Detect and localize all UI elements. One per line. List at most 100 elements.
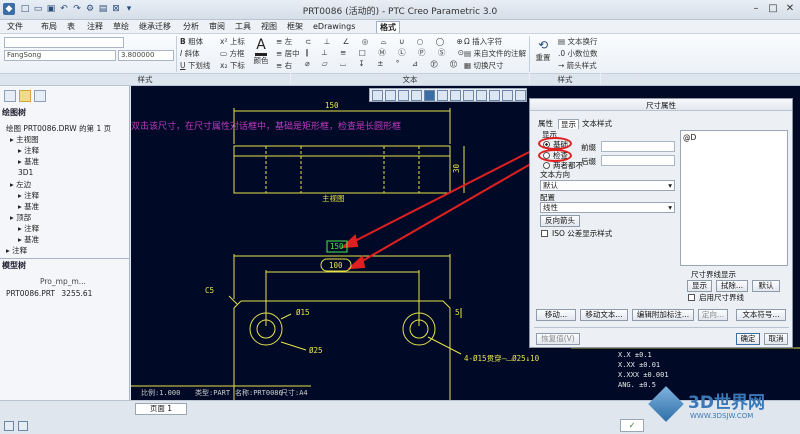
text-wrap-button[interactable]: ▤ 文本换行 [558, 37, 597, 46]
menu-layout[interactable]: 布局 [38, 21, 60, 33]
italic-button[interactable]: I 斜体 [180, 49, 200, 58]
menu-tools[interactable]: 工具 [232, 21, 254, 33]
dim-150-top[interactable]: 150 [325, 101, 339, 110]
dialog-titlebar[interactable]: 尺寸属性 [530, 99, 792, 111]
align-right-button[interactable]: ≡ 右 [276, 61, 292, 70]
annotation-display-icon[interactable] [502, 90, 513, 101]
dimension-text-area[interactable]: @D [680, 130, 788, 266]
menu-annotate[interactable]: 注释 [84, 21, 106, 33]
tree-item[interactable]: ▸ 基准 [18, 202, 39, 211]
plane-display-icon[interactable] [450, 90, 461, 101]
menu-legacy-migration[interactable]: 继承迁移 [136, 21, 174, 33]
tree-item[interactable]: ▸ 基准 [18, 235, 39, 244]
color-button[interactable]: A 颜色 [251, 37, 271, 71]
close-icon[interactable]: ✕ [782, 2, 798, 16]
config-select[interactable]: 线性 ▾ [540, 202, 675, 213]
dim-100-inspect[interactable]: 100 [329, 261, 343, 270]
panel-toggle-icon[interactable] [4, 421, 14, 431]
hole-15-label[interactable]: Ø15 [296, 308, 310, 317]
menu-frame[interactable]: 框架 [284, 21, 306, 33]
default-button[interactable]: 默认 [752, 280, 780, 292]
dim-5[interactable]: 5 [455, 308, 460, 317]
menu-file[interactable]: 文件 [4, 21, 26, 33]
repaint-icon[interactable] [411, 90, 422, 101]
zoom-in-icon[interactable] [385, 90, 396, 101]
tree-item[interactable]: ▸ 顶部 [10, 213, 31, 222]
dim-30[interactable]: 30 [452, 164, 461, 173]
insert-char-button[interactable]: Ω 插入字符 [464, 37, 502, 46]
tab-properties[interactable]: 属性 [536, 119, 555, 129]
folder-tab-icon[interactable] [19, 90, 31, 102]
browser-toggle-icon[interactable] [18, 421, 28, 431]
zoom-out-icon[interactable] [398, 90, 409, 101]
text-height-input[interactable]: 3.800000 [118, 50, 174, 61]
symbol-row-3[interactable]: ⌀ ▱ ⌴ ↧ ± ° ⊿ Ⓕ Ⓤ [305, 59, 462, 68]
tree-tab-icon[interactable] [4, 90, 16, 102]
tree-item[interactable]: 绘图 PRT0086.DRW 的第 1 页 [6, 124, 111, 133]
orient-button[interactable]: 定向... [698, 309, 728, 321]
move-button[interactable]: 移动... [536, 309, 576, 321]
tree-item[interactable]: ▸ 注释 [18, 191, 39, 200]
move-text-button[interactable]: 移动文本... [580, 309, 628, 321]
symbol-row-2[interactable]: ∥ ⊥ ≡ □ Ⓜ Ⓛ Ⓟ Ⓢ ⊙ [305, 48, 469, 57]
prefix-input[interactable] [601, 141, 675, 152]
checkmark-icon[interactable]: ✓ [620, 419, 644, 432]
axis-display-icon[interactable] [463, 90, 474, 101]
bold-button[interactable]: B 粗体 [180, 37, 203, 46]
model-tree-item[interactable]: PRT0086.PRT 3255.61 [6, 289, 92, 298]
page-tab[interactable]: 页面 1 [135, 403, 187, 415]
text-symbol-button[interactable]: 文本符号... [736, 309, 786, 321]
menu-edrawings[interactable]: eDrawings [310, 21, 358, 33]
tree-item[interactable]: 3D1 [18, 168, 33, 177]
menu-view[interactable]: 视图 [258, 21, 280, 33]
tab-display[interactable]: 显示 [558, 119, 579, 129]
iso-checkbox[interactable] [541, 230, 548, 237]
use-dim-ext-checkbox[interactable] [688, 294, 695, 301]
tree-item[interactable]: ▸ 注释 [18, 224, 39, 233]
tab-text-style[interactable]: 文本样式 [580, 119, 614, 129]
tree-item[interactable]: ▸ 注释 [6, 246, 27, 255]
show-button[interactable]: 显示 [687, 280, 712, 292]
toggle-text-button[interactable]: ▦ 切换尺寸 [464, 61, 503, 70]
maximize-icon[interactable]: □ [765, 2, 781, 16]
ok-button[interactable]: 确定 [736, 333, 760, 345]
align-left-button[interactable]: ≡ 左 [276, 37, 292, 46]
cancel-button[interactable]: 取消 [764, 333, 788, 345]
dim-150-basic[interactable]: 150 [330, 242, 344, 251]
point-display-icon[interactable] [476, 90, 487, 101]
menu-format[interactable]: 格式 [376, 21, 400, 33]
hole-note[interactable]: 4-Ø15贯穿—⌴Ø25↓10 [464, 353, 539, 364]
tree-item[interactable]: ▸ 注释 [18, 146, 39, 155]
superscript-button[interactable]: x² 上标 [220, 37, 245, 46]
from-file-button[interactable]: ▤ 来自文件的注解 [464, 49, 526, 58]
tree-item[interactable]: ▸ 主视图 [10, 135, 39, 144]
tree-item[interactable]: ▸ 基准 [18, 157, 39, 166]
align-center-button[interactable]: ≡ 居中 [276, 49, 300, 58]
hole-25-label[interactable]: Ø25 [309, 346, 323, 355]
underline-button[interactable]: U 下划线 [180, 61, 210, 70]
text-direction-select[interactable]: 默认 ▾ [540, 180, 675, 191]
zoom-fit-icon[interactable] [372, 90, 383, 101]
chamfer-label[interactable]: C5 [205, 286, 214, 295]
reset-button[interactable]: ⟲ 重置 [532, 37, 554, 71]
suffix-input[interactable] [601, 155, 675, 166]
favorites-tab-icon[interactable] [34, 90, 46, 102]
erase-button[interactable]: 拭除... [716, 280, 748, 292]
subscript-button[interactable]: x₂ 下标 [220, 61, 245, 70]
menu-analysis[interactable]: 分析 [180, 21, 202, 33]
sheet-display-icon[interactable] [515, 90, 526, 101]
tree-item[interactable]: ▸ 左边 [10, 180, 31, 189]
box-button[interactable]: ▭ 方框 [220, 49, 244, 58]
text-style-input[interactable] [4, 37, 124, 48]
edit-attach-button[interactable]: 编辑附加标注... [632, 309, 694, 321]
datum-display-icon[interactable] [437, 90, 448, 101]
menu-sketch[interactable]: 草绘 [110, 21, 132, 33]
flip-arrows-button[interactable]: 反向箭头 [540, 215, 580, 227]
symbol-row-1[interactable]: ⊂ ⊥ ∠ ◎ ⌓ ∪ ○ ◯ ⊕ [305, 37, 468, 46]
csys-display-icon[interactable] [489, 90, 500, 101]
arrow-style-button[interactable]: → 箭头样式 [558, 61, 597, 70]
menu-review[interactable]: 审阅 [206, 21, 228, 33]
restore-button[interactable]: 恢复值(V) [536, 333, 580, 345]
display-style-icon[interactable] [424, 90, 435, 101]
decimal-button[interactable]: .0 小数位数 [558, 49, 598, 58]
